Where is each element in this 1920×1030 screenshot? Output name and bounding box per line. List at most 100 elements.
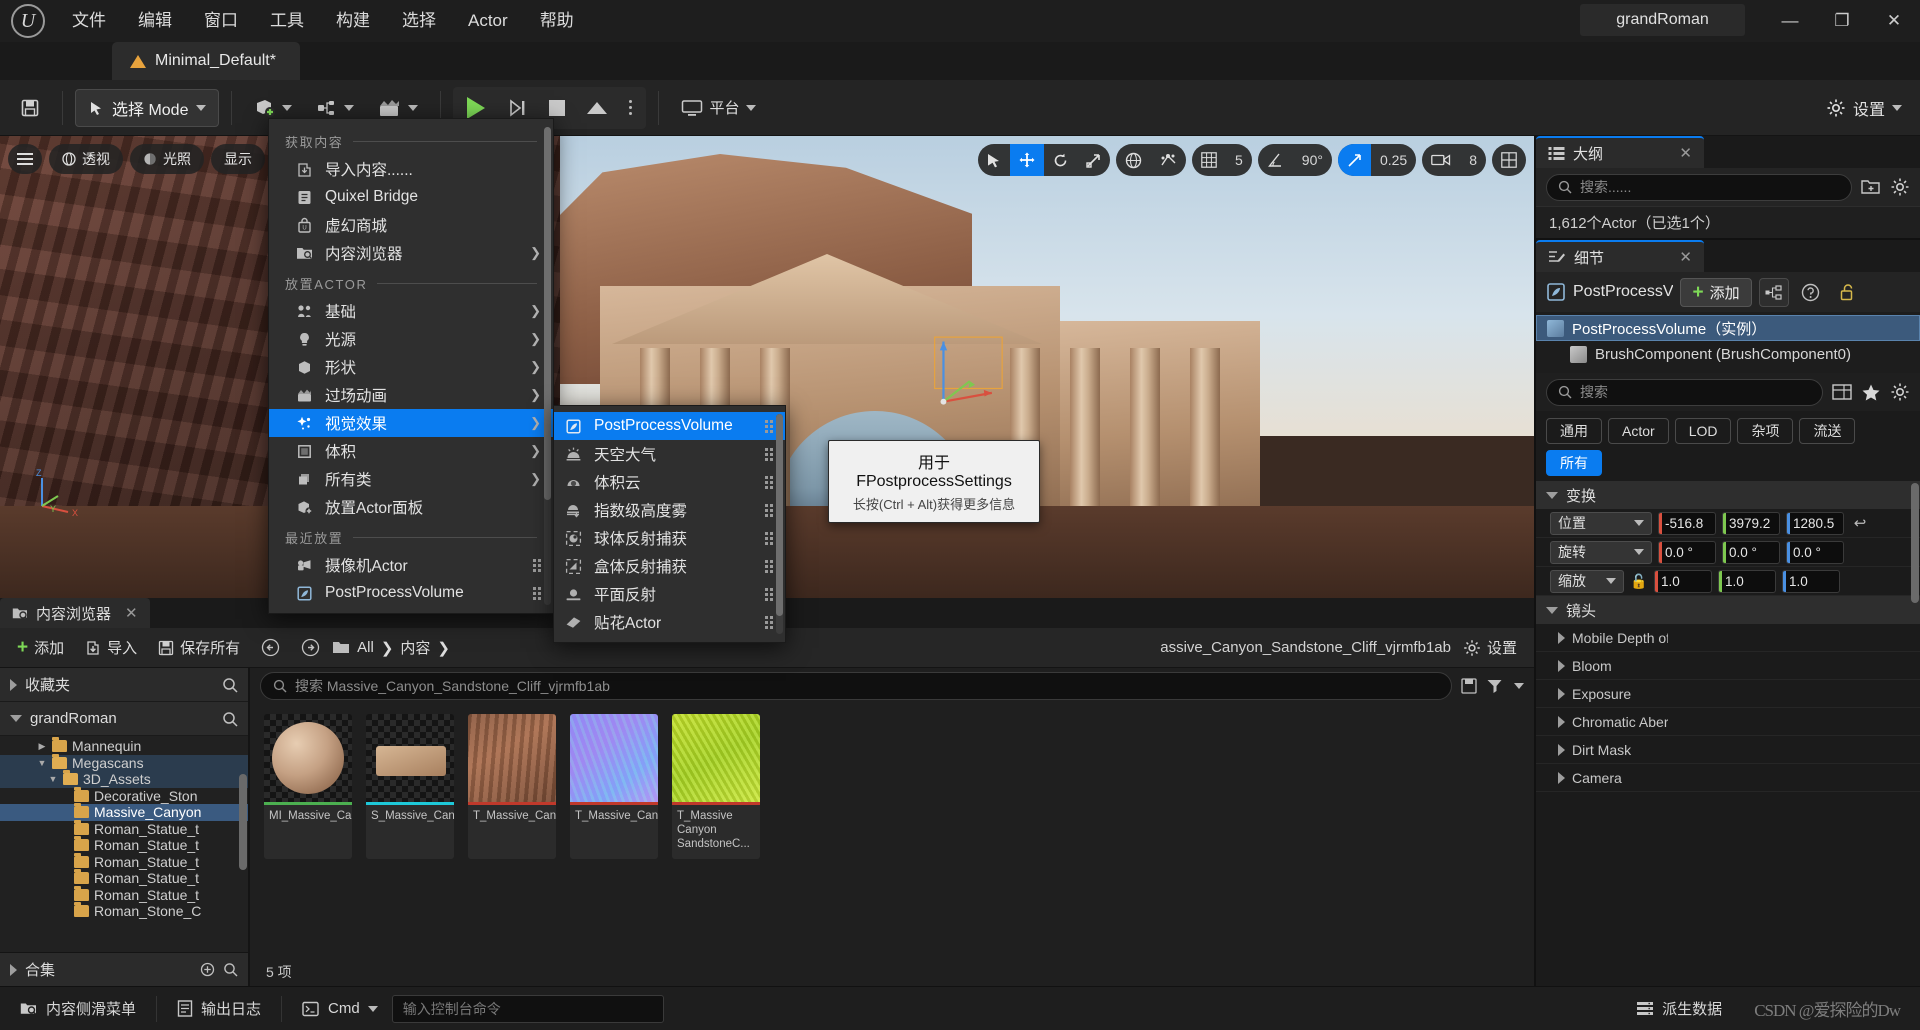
menu-item-all-classes[interactable]: 所有类 ❯ [269,465,553,493]
angle-snap-value[interactable]: 90° [1293,144,1332,176]
details-filter-Actor[interactable]: Actor [1608,418,1669,444]
editor-settings-button[interactable]: 设置 [1826,96,1910,120]
menu-item-content-browser[interactable]: 内容浏览器 ❯ [269,239,553,267]
menu-item-bridge[interactable]: Quixel Bridge [269,183,553,211]
tab-content-browser[interactable]: 内容浏览器 ✕ [0,598,150,628]
menu-item-basic[interactable]: 基础 ❯ [269,297,553,325]
grid-snap-value[interactable]: 5 [1226,144,1252,176]
submenu-item-sphere-reflection-capture[interactable]: 球体反射捕获 [554,524,785,552]
viewport-perspective-button[interactable]: 透视 [49,144,123,174]
close-icon[interactable]: ✕ [1679,248,1692,266]
tree-item[interactable]: ▼ Megascans [0,753,248,771]
chevron-right-icon[interactable] [1558,715,1565,728]
output-log-button[interactable]: 输出日志 [165,993,273,1025]
place-actors-menu[interactable]: 获取内容 导入内容...... Quixel Bridge U 虚幻商城 内容浏览器 ❯ 放置… [268,118,554,614]
drag-grip-icon[interactable] [765,447,773,461]
details-search-input[interactable]: 搜索 [1546,378,1823,406]
reset-transform-icon[interactable]: ↩ [1850,514,1870,532]
asset-item[interactable]: MI_Massive_Canyon_Sandstone_...Cliff [264,714,352,859]
tree-item[interactable]: Roman_Statue_t [0,852,248,871]
submenu-item-exponential-height-fog[interactable]: 指数级高度雾 [554,496,785,524]
lens-property-row[interactable]: Dirt Mask [1536,736,1920,764]
scale-tool-button[interactable] [1077,144,1110,176]
tree-item[interactable]: ▶ Mannequin [0,737,248,755]
submenu-scrollbar[interactable] [776,414,783,634]
editor-mode-selector[interactable]: 选择 Mode [75,88,220,127]
tab-details[interactable]: 细节 ✕ [1536,240,1704,272]
back-button[interactable] [252,633,289,663]
lens-property-row[interactable]: Mobile Depth of Field [1536,624,1920,652]
outliner-search-input[interactable]: 搜索...... [1546,173,1852,201]
unreal-logo[interactable]: U [0,0,56,42]
chevron-right-icon[interactable] [1558,687,1565,700]
transform-x-input[interactable]: 0.0 ° [1658,540,1716,564]
tree-item[interactable]: Roman_Statue_t [0,836,248,854]
lens-property-row[interactable]: Exposure [1536,680,1920,708]
menu-scrollbar[interactable] [544,127,551,605]
import-button[interactable]: 导入 [76,633,146,663]
component-row[interactable]: PostProcessVolume（实例） [1536,315,1920,341]
asset-item[interactable]: T_Massive_Canyon_Sandstone_...Cliff [570,714,658,859]
transform-mode-dropdown[interactable]: 旋转 [1550,540,1652,564]
lens-section-header[interactable]: 镜头 [1536,596,1920,624]
tree-item[interactable]: Massive_Canyon [0,803,248,821]
camera-speed-button[interactable] [1422,144,1460,176]
submenu-item-decal-actor[interactable]: 贴花Actor [554,608,785,636]
drag-grip-icon[interactable] [765,587,773,601]
content-tree-list[interactable]: ▶ Mannequin ▼ Megascans ▼ 3D_Assets Decorative… [0,736,248,952]
console-input[interactable]: 输入控制台命令 [391,994,664,1023]
tab-outliner[interactable]: 大纲 ✕ [1536,136,1704,168]
play-options-button[interactable] [619,89,642,127]
menu-item-place-actor-panel[interactable]: 放置Actor面板 [269,493,553,521]
asset-item[interactable]: S_Massive_Canyon_Sandstone_...Cliff [366,714,454,859]
menu-build[interactable]: 构建 [320,0,386,42]
menu-item-camera-actor[interactable]: 摄像机Actor [269,551,553,579]
chevron-right-icon[interactable] [1558,771,1565,784]
details-filter-all[interactable]: 所有 [1546,450,1602,476]
components-button[interactable] [1758,277,1789,307]
asset-search-input[interactable]: 搜索 Massive_Canyon_Sandstone_Cliff_vjrmfb… [260,672,1452,700]
component-row[interactable]: BrushComponent (BrushComponent0) [1536,341,1920,367]
details-filter-通用[interactable]: 通用 [1546,418,1602,444]
menu-item-cinematic[interactable]: 过场动画 ❯ [269,381,553,409]
scale-snap-value[interactable]: 0.25 [1371,144,1416,176]
tree-item[interactable]: Roman_Statue_t [0,869,248,887]
drag-grip-icon[interactable] [533,586,541,600]
transform-section-header[interactable]: 变换 [1536,481,1920,509]
viewport-layout-button[interactable] [1492,144,1526,176]
transform-gizmo[interactable] [920,321,1030,431]
content-browser-settings-button[interactable]: 设置 [1454,633,1526,663]
transform-y-input[interactable]: 1.0 [1718,569,1776,593]
breadcrumb-content[interactable]: 内容 [400,637,430,658]
menu-item-marketplace[interactable]: U 虚幻商城 [269,211,553,239]
lens-property-row[interactable]: Chromatic Aberration [1536,708,1920,736]
drag-grip-icon[interactable] [533,558,541,572]
transform-x-input[interactable]: -516.8 [1658,511,1716,535]
submenu-item-postprocess-volume[interactable]: PostProcessVolume [554,412,785,440]
menu-item-import[interactable]: 导入内容...... [269,155,553,183]
close-icon[interactable]: ✕ [1868,0,1920,42]
forward-button[interactable] [292,633,329,663]
submenu-item-box-reflection-capture[interactable]: 盒体反射捕获 [554,552,785,580]
drag-grip-icon[interactable] [765,615,773,629]
save-all-button[interactable]: 保存所有 [149,633,249,663]
move-tool-button[interactable] [1009,144,1044,176]
tree-scrollbar[interactable] [239,774,247,870]
eject-button[interactable] [577,89,617,127]
chevron-right-icon[interactable] [1558,743,1565,756]
component-list[interactable]: PostProcessVolume（实例） BrushComponent (Bru… [1536,312,1920,373]
tree-item[interactable]: ▼ 3D_Assets [0,770,248,788]
details-filter-流送[interactable]: 流送 [1799,418,1856,444]
drag-grip-icon[interactable] [765,475,773,489]
details-filter-LOD[interactable]: LOD [1674,418,1732,444]
level-tab[interactable]: Minimal_Default* [112,42,300,80]
menu-item-visual-effects[interactable]: 视觉效果 ❯ [269,409,553,437]
submenu-item-planar-reflection[interactable]: 平面反射 [554,580,785,608]
close-icon[interactable]: ✕ [125,604,138,622]
rotate-tool-button[interactable] [1044,144,1077,176]
submenu-item-sky-atmosphere[interactable]: 天空大气 [554,440,785,468]
menu-item-light[interactable]: 光源 ❯ [269,325,553,353]
menu-window[interactable]: 窗口 [188,0,254,42]
camera-speed-value[interactable]: 8 [1460,144,1486,176]
scale-snap-button[interactable] [1337,144,1371,176]
